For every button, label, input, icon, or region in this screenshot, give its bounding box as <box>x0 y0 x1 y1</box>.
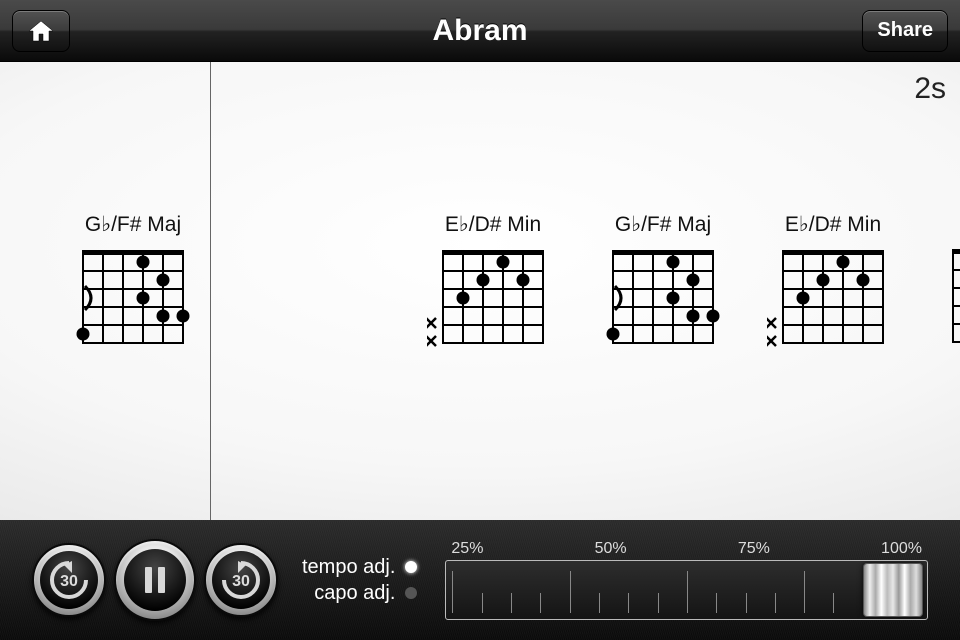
chord-diagram <box>597 243 729 366</box>
timecode-label: 2s <box>914 72 946 106</box>
chord-name-label: G♭/F# Maj <box>615 212 711 237</box>
slider-tick-label: 75% <box>738 540 770 558</box>
chord-slot: E♭/D# Min <box>748 212 918 366</box>
slider-tick-labels: 25% 50% 75% 100% <box>445 540 928 560</box>
share-button[interactable]: Share <box>862 10 948 52</box>
chord-slot: E♭/D# Min <box>408 212 578 366</box>
chord-slot: D <box>918 212 960 366</box>
pause-button[interactable] <box>114 539 196 621</box>
rewind-30-button[interactable]: 30 <box>32 543 106 617</box>
adjustment-toggles: tempo adj. capo adj. <box>302 554 417 606</box>
pause-icon <box>142 565 168 595</box>
chord-diagram <box>937 242 960 365</box>
forward-seconds-label: 30 <box>232 573 250 591</box>
chord-name-label: G♭/F# Maj <box>85 212 181 237</box>
controls-bar: 30 30 tempo adj. cap <box>0 520 960 640</box>
chord-name-label: E♭/D# Min <box>785 212 881 237</box>
forward-30-button[interactable]: 30 <box>204 543 278 617</box>
slider-track[interactable] <box>445 560 928 620</box>
rewind-seconds-label: 30 <box>60 573 78 591</box>
chord-diagram <box>767 243 899 366</box>
home-icon <box>27 19 55 43</box>
transport-cluster: 30 30 <box>32 539 278 621</box>
slider-tick-label: 100% <box>881 540 922 558</box>
page-title: Abram <box>0 14 960 48</box>
tempo-adj-indicator <box>405 561 417 573</box>
home-button[interactable] <box>12 10 70 52</box>
capo-adj-indicator <box>405 587 417 599</box>
slider-thumb[interactable] <box>863 563 923 617</box>
chord-name-label: E♭/D# Min <box>445 212 541 237</box>
tempo-slider: 25% 50% 75% 100% <box>445 540 928 620</box>
chord-row: G♭/F# Maj E♭/D# Min G♭/F# Maj <box>0 212 960 366</box>
tempo-adj-row[interactable]: tempo adj. <box>302 554 417 580</box>
slider-tick-label: 50% <box>595 540 627 558</box>
capo-adj-label: capo adj. <box>314 582 395 605</box>
tempo-adj-label: tempo adj. <box>302 556 395 579</box>
chord-diagram <box>67 243 199 366</box>
chord-diagram <box>427 243 559 366</box>
slider-tick-label: 25% <box>451 540 483 558</box>
top-bar: Abram Share <box>0 0 960 62</box>
chord-slot: G♭/F# Maj <box>48 212 218 366</box>
chord-canvas[interactable]: 2s G♭/F# Maj E♭/D# Min G♭/F# Maj <box>0 62 960 520</box>
capo-adj-row[interactable]: capo adj. <box>302 580 417 606</box>
chord-slot: G♭/F# Maj <box>578 212 748 366</box>
